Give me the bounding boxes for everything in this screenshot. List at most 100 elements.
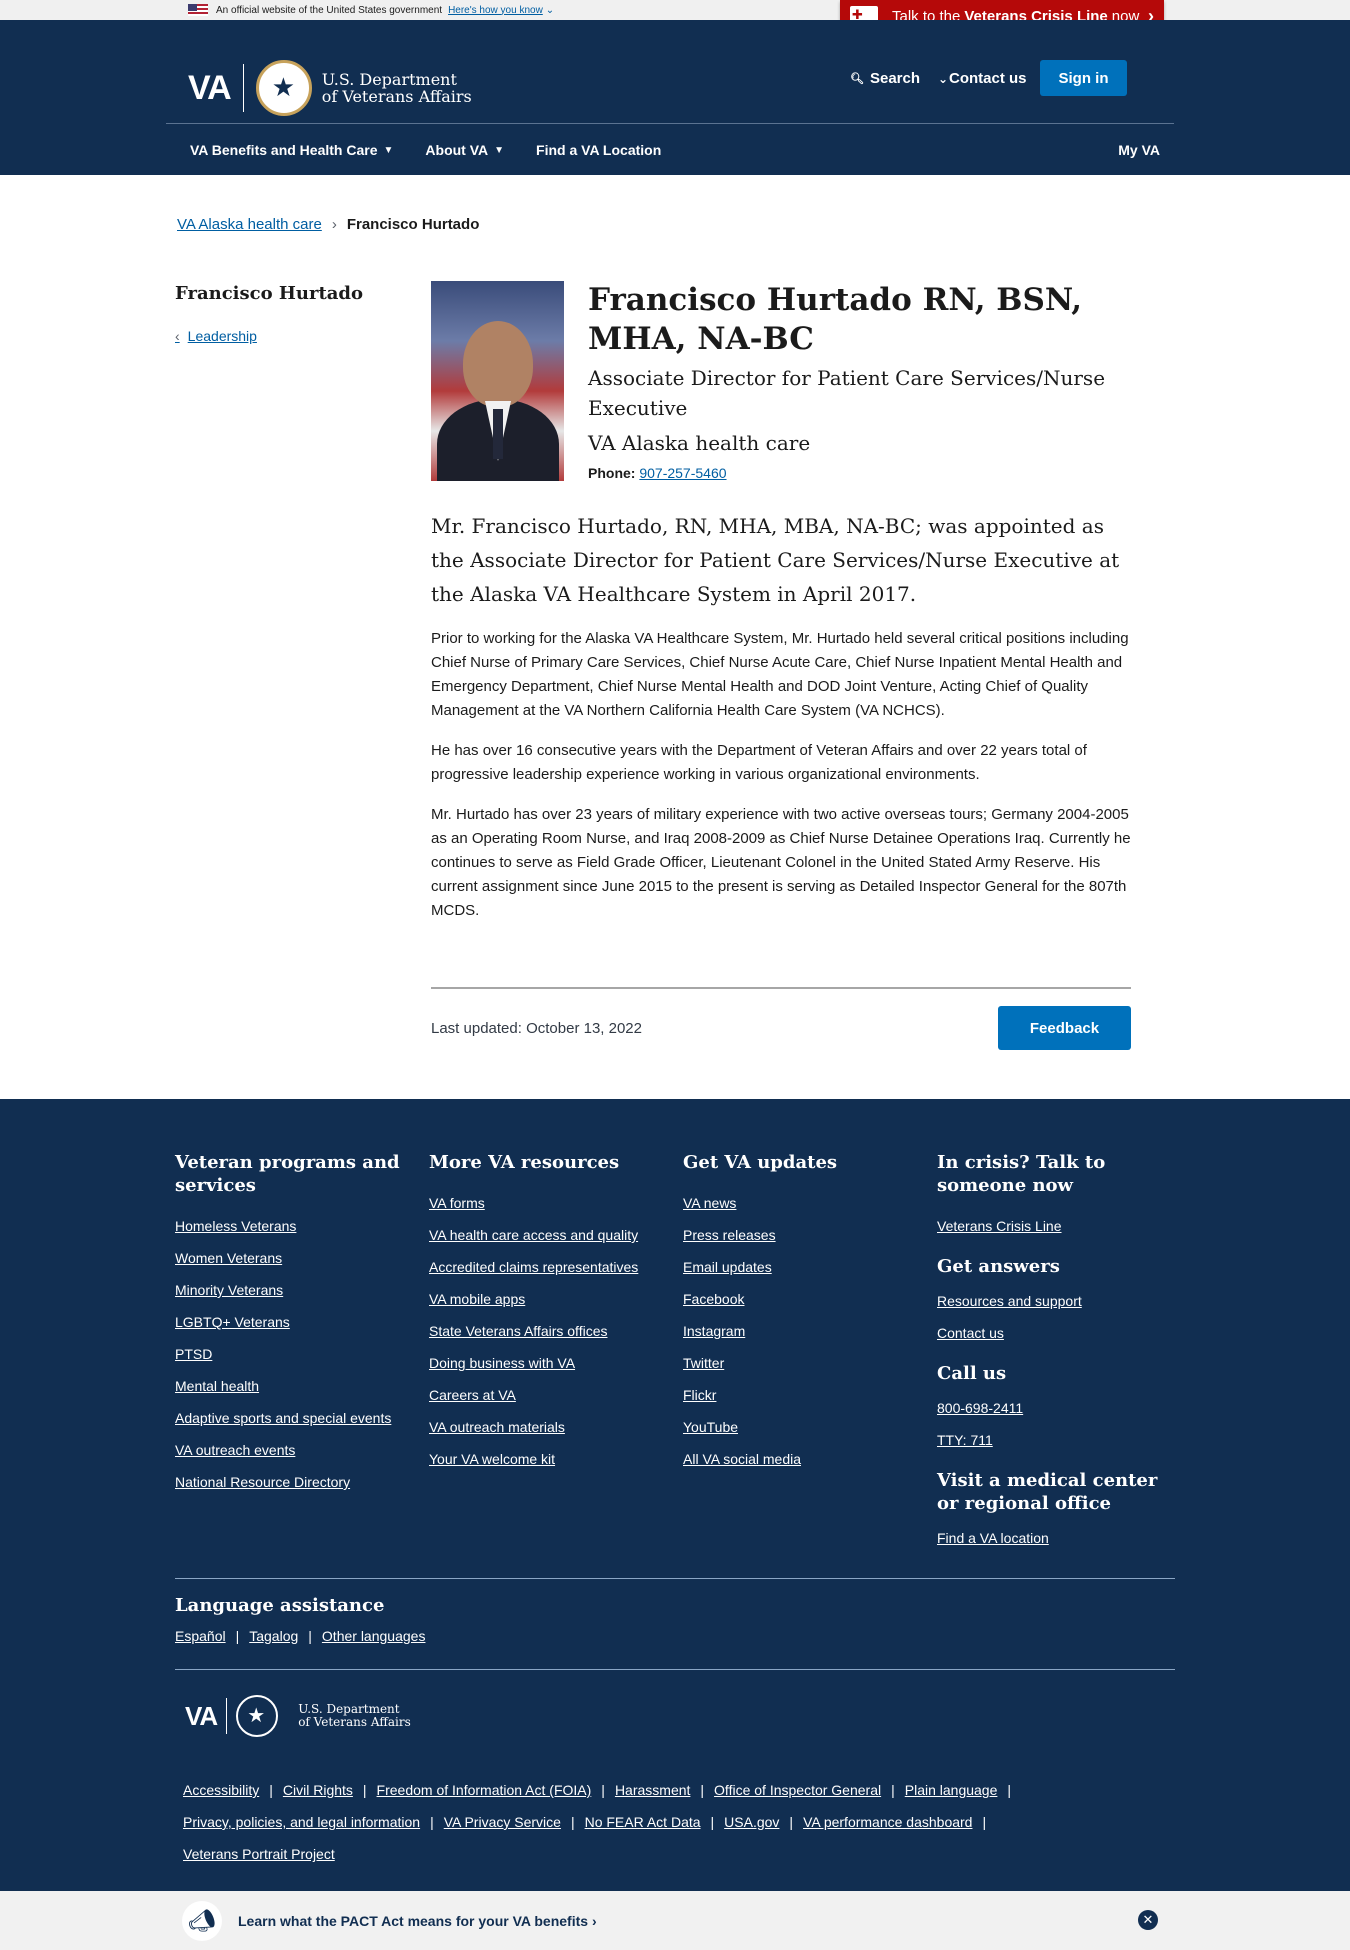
footer-link[interactable]: Mental health bbox=[175, 1377, 415, 1396]
footer-link[interactable]: 800-698-2411 bbox=[937, 1399, 1177, 1418]
footer-link[interactable]: Find a VA location bbox=[937, 1529, 1177, 1548]
footer-bottom-link[interactable]: Accessibility bbox=[183, 1782, 259, 1798]
body-paragraph: Mr. Hurtado has over 23 years of militar… bbox=[431, 806, 1131, 919]
profile-role: Associate Director for Patient Care Serv… bbox=[588, 366, 1106, 420]
footer-heading: Call us bbox=[937, 1363, 1007, 1384]
footer-link[interactable]: Your VA welcome kit bbox=[429, 1450, 669, 1469]
profile-facility: VA Alaska health care bbox=[588, 431, 811, 455]
phone-label: Phone: bbox=[588, 465, 636, 481]
separator: | bbox=[430, 1814, 434, 1830]
separator: | bbox=[601, 1782, 605, 1798]
footer-link[interactable]: All VA social media bbox=[683, 1450, 923, 1469]
nav-my-va[interactable]: My VA bbox=[1118, 142, 1160, 158]
footer-link[interactable]: Instagram bbox=[683, 1322, 923, 1341]
va-seal-icon bbox=[255, 60, 312, 116]
chevron-down-icon: ▼ bbox=[494, 144, 505, 156]
footer-link[interactable]: Veterans Crisis Line bbox=[937, 1217, 1177, 1236]
nav-find-location[interactable]: Find a VA Location bbox=[536, 142, 661, 158]
language-links: Español | Tagalog | Other languages bbox=[175, 1628, 425, 1644]
nav-benefits[interactable]: VA Benefits and Health Care ▼ bbox=[190, 142, 393, 158]
chevron-down-icon: ⌄ bbox=[545, 4, 555, 16]
va-letters: VA bbox=[188, 68, 232, 107]
search-button[interactable]: 🔍︎ Search ⌄ bbox=[850, 70, 948, 87]
content-divider bbox=[431, 987, 1131, 989]
close-icon[interactable]: ✕ bbox=[1138, 1910, 1158, 1930]
footer-bottom-link[interactable]: USA.gov bbox=[724, 1814, 779, 1830]
footer-link[interactable]: TTY: 711 bbox=[937, 1431, 1177, 1450]
language-link-spanish[interactable]: Español bbox=[175, 1628, 226, 1644]
footer-link[interactable]: VA news bbox=[683, 1194, 923, 1213]
language-assistance: Language assistance Español | Tagalog | … bbox=[175, 1595, 425, 1644]
footer-bottom-link[interactable]: Plain language bbox=[905, 1782, 998, 1798]
nav-find-label: Find a VA Location bbox=[536, 142, 662, 158]
footer-bottom-link[interactable]: VA performance dashboard bbox=[803, 1814, 972, 1830]
header-divider bbox=[166, 123, 1174, 124]
footer-link[interactable]: Women Veterans bbox=[175, 1249, 415, 1268]
chevron-down-icon: ▼ bbox=[383, 144, 394, 156]
footer-link[interactable]: PTSD bbox=[175, 1345, 415, 1364]
footer-heading: Get answers bbox=[937, 1256, 1060, 1277]
footer-link[interactable]: VA health care access and quality bbox=[429, 1226, 669, 1245]
contact-us-link[interactable]: Contact us bbox=[949, 70, 1027, 87]
dept-line1: U.S. Department bbox=[298, 1702, 400, 1716]
footer-link[interactable]: Careers at VA bbox=[429, 1386, 669, 1405]
page-title: Francisco Hurtado RN, BSN, MHA, NA-BC bbox=[588, 282, 1083, 357]
va-seal-icon bbox=[236, 1695, 279, 1737]
va-logo[interactable]: VA U.S. Department of Veterans Affairs bbox=[188, 60, 472, 116]
footer-bottom-link[interactable]: Veterans Portrait Project bbox=[183, 1846, 335, 1862]
photo-tie bbox=[493, 409, 503, 459]
footer-link[interactable]: Facebook bbox=[683, 1290, 923, 1309]
language-link-tagalog[interactable]: Tagalog bbox=[249, 1628, 298, 1644]
separator: | bbox=[308, 1628, 312, 1644]
footer-link[interactable]: Flickr bbox=[683, 1386, 923, 1405]
separator: | bbox=[789, 1814, 794, 1830]
feedback-button[interactable]: Feedback bbox=[998, 1006, 1131, 1050]
footer-link[interactable]: Adaptive sports and special events bbox=[175, 1409, 415, 1428]
profile-header: Francisco Hurtado RN, BSN, MHA, NA-BC As… bbox=[588, 281, 1128, 481]
footer-link[interactable]: VA outreach materials bbox=[429, 1418, 669, 1437]
footer-link[interactable]: YouTube bbox=[683, 1418, 923, 1437]
pact-act-link[interactable]: Learn what the PACT Act means for your V… bbox=[238, 1913, 597, 1929]
footer-bottom-link[interactable]: Civil Rights bbox=[283, 1782, 353, 1798]
footer-link[interactable]: Doing business with VA bbox=[429, 1354, 669, 1373]
footer-link[interactable]: Minority Veterans bbox=[175, 1281, 415, 1300]
footer-link[interactable]: Accredited claims representatives bbox=[429, 1258, 669, 1277]
footer-link[interactable]: Email updates bbox=[683, 1258, 923, 1277]
footer-heading: Get VA updates bbox=[683, 1152, 838, 1173]
footer-link[interactable]: Twitter bbox=[683, 1354, 923, 1373]
nav-benefits-label: VA Benefits and Health Care bbox=[190, 142, 378, 158]
footer-bottom-link[interactable]: Office of Inspector General bbox=[714, 1782, 881, 1798]
sidenav-title: Francisco Hurtado bbox=[175, 283, 364, 304]
footer-va-logo[interactable]: VA U.S. Department of Veterans Affairs bbox=[185, 1695, 411, 1737]
separator: | bbox=[982, 1814, 987, 1830]
footer-bottom-link[interactable]: Privacy, policies, and legal information bbox=[183, 1814, 420, 1830]
separator: | bbox=[235, 1628, 240, 1644]
footer-link[interactable]: Resources and support bbox=[937, 1292, 1177, 1311]
breadcrumb-current: Francisco Hurtado bbox=[346, 216, 480, 233]
footer-link[interactable]: VA mobile apps bbox=[429, 1290, 669, 1309]
footer-link[interactable]: National Resource Directory bbox=[175, 1473, 415, 1492]
footer-link[interactable]: State Veterans Affairs offices bbox=[429, 1322, 669, 1341]
sign-in-button[interactable]: Sign in bbox=[1040, 60, 1127, 96]
language-link-other[interactable]: Other languages bbox=[322, 1628, 426, 1644]
footer-bottom-link[interactable]: VA Privacy Service bbox=[444, 1814, 561, 1830]
phone-link[interactable]: 907-257-5460 bbox=[639, 465, 726, 481]
footer-link[interactable]: Press releases bbox=[683, 1226, 923, 1245]
footer-bottom-link[interactable]: Harassment bbox=[615, 1782, 690, 1798]
megaphone-icon: 📣︎ bbox=[182, 1901, 222, 1941]
footer-link[interactable]: VA forms bbox=[429, 1194, 669, 1213]
footer-link[interactable]: Contact us bbox=[937, 1324, 1177, 1343]
logo-divider bbox=[242, 64, 244, 112]
footer-bottom-link[interactable]: Freedom of Information Act (FOIA) bbox=[377, 1782, 592, 1798]
footer-link[interactable]: Homeless Veterans bbox=[175, 1217, 415, 1236]
nav-about[interactable]: About VA ▼ bbox=[425, 142, 504, 158]
footer-bottom-link[interactable]: No FEAR Act Data bbox=[585, 1814, 701, 1830]
footer-link[interactable]: LGBTQ+ Veterans bbox=[175, 1313, 415, 1332]
footer-link[interactable]: VA outreach events bbox=[175, 1441, 415, 1460]
how-you-know-link[interactable]: Here's how you know bbox=[448, 5, 543, 16]
breadcrumb-parent[interactable]: VA Alaska health care bbox=[177, 216, 322, 233]
us-flag-icon bbox=[188, 4, 208, 16]
site-footer: Veteran programs and services Homeless V… bbox=[0, 1099, 1350, 1891]
leadership-back-link[interactable]: ‹ Leadership bbox=[175, 328, 385, 344]
breadcrumb: VA Alaska health care › Francisco Hurtad… bbox=[177, 216, 479, 233]
